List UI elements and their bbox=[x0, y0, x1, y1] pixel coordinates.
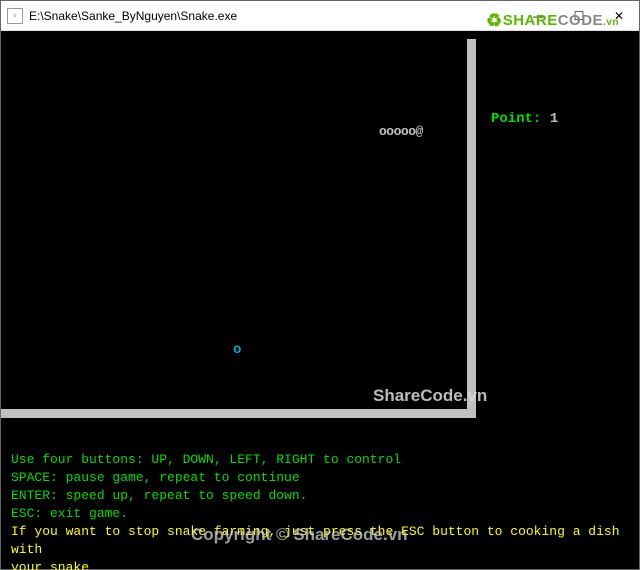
score-value: 1 bbox=[550, 111, 558, 127]
instruction-pause: SPACE: pause game, repeat to continue bbox=[11, 469, 631, 487]
instruction-exit: ESC: exit game. bbox=[11, 505, 631, 523]
score-label: Point: bbox=[491, 111, 541, 127]
window-frame: ▫ E:\Snake\Sanke_ByNguyen\Snake.exe — ☐ … bbox=[0, 0, 640, 570]
instruction-tip-line2: your snake bbox=[11, 559, 631, 570]
watermark-logo: ♻SHARECODE.vn bbox=[486, 11, 619, 32]
console-area: ♻SHARECODE.vn ooooo@ o Point: 1 ShareCod… bbox=[1, 31, 639, 569]
app-icon: ▫ bbox=[7, 8, 23, 24]
logo-vn-text: .vn bbox=[603, 17, 619, 28]
playfield-wall-bottom bbox=[1, 409, 476, 418]
instruction-speed: ENTER: speed up, repeat to speed down. bbox=[11, 487, 631, 505]
instruction-controls: Use four buttons: UP, DOWN, LEFT, RIGHT … bbox=[11, 451, 631, 469]
recycle-icon: ♻ bbox=[486, 11, 503, 31]
food-item: o bbox=[233, 342, 241, 358]
playfield: ooooo@ o bbox=[1, 31, 467, 413]
window-title: E:\Snake\Sanke_ByNguyen\Snake.exe bbox=[29, 9, 519, 23]
watermark-copyright: Copyright © ShareCode.vn bbox=[191, 525, 408, 545]
watermark-mid: ShareCode.vn bbox=[373, 386, 487, 406]
playfield-wall-right bbox=[467, 39, 476, 414]
score-panel: Point: 1 bbox=[491, 111, 558, 127]
logo-code-text: CODE bbox=[558, 12, 603, 29]
instructions-panel: Use four buttons: UP, DOWN, LEFT, RIGHT … bbox=[11, 451, 631, 570]
snake-body: ooooo@ bbox=[379, 124, 423, 139]
logo-share-text: SHARE bbox=[503, 12, 558, 29]
